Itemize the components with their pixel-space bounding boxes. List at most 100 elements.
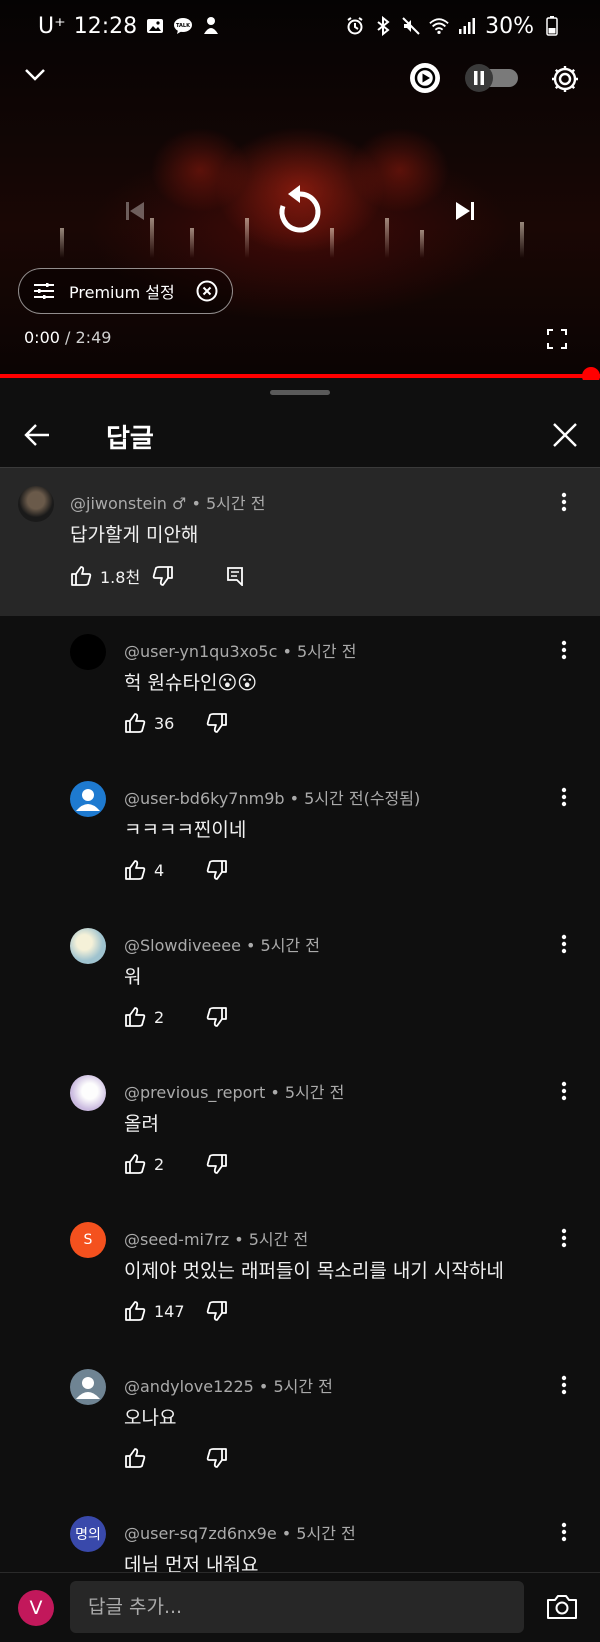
comment-author[interactable]: @andylove1225: [124, 1377, 254, 1396]
signal-icon: [457, 16, 477, 36]
comment-menu-button[interactable]: [552, 638, 576, 662]
battery-percent: 30%: [485, 13, 534, 39]
dislike-button[interactable]: [206, 712, 228, 734]
thumb-down-icon: [206, 1301, 227, 1321]
comment-author[interactable]: @user-yn1qu3xo5c: [124, 642, 277, 661]
dislike-button[interactable]: [206, 1153, 228, 1175]
comment-text: 이제야 멋있는 래퍼들이 목소리를 내기 시작하네: [124, 1260, 504, 1282]
like-button[interactable]: [124, 1153, 146, 1175]
comment-menu-button[interactable]: [552, 932, 576, 956]
skip-next-icon: [456, 202, 474, 220]
comment-author[interactable]: @previous_report: [124, 1083, 265, 1102]
comment-menu-button[interactable]: [552, 490, 576, 514]
comment-author[interactable]: @Slowdiveeee: [124, 936, 241, 955]
more-vert-icon: [561, 787, 567, 807]
pause-toggle-icon: [465, 64, 518, 92]
fullscreen-button[interactable]: [546, 328, 568, 350]
progress-bar[interactable]: [0, 374, 600, 378]
comment-actions: 1.8천: [70, 564, 244, 588]
dislike-button[interactable]: [206, 1006, 228, 1028]
thumb-down-icon: [206, 860, 227, 880]
comment-author[interactable]: @user-bd6ky7nm9b: [124, 789, 285, 808]
thumb-down-icon: [152, 566, 173, 586]
drag-handle[interactable]: [270, 390, 330, 395]
thumb-down-icon: [206, 713, 227, 733]
camera-icon: [547, 1595, 577, 1619]
like-count: 4: [154, 860, 165, 880]
comment-menu-button[interactable]: [552, 1079, 576, 1103]
avatar[interactable]: [70, 634, 106, 670]
avatar[interactable]: [70, 781, 106, 817]
premium-chip-close[interactable]: [196, 280, 218, 302]
dislike-button[interactable]: [152, 565, 174, 587]
like-button[interactable]: [124, 1006, 146, 1028]
comment-menu-button[interactable]: [552, 1373, 576, 1397]
reply-comment: @user-yn1qu3xo5c • 5시간 전 헉 원슈타인😮😮 36: [0, 616, 600, 763]
like-count: 2: [154, 1007, 165, 1027]
thumb-up-icon: [125, 860, 146, 880]
fullscreen-icon: [547, 329, 567, 349]
avatar[interactable]: 명의: [70, 1516, 106, 1552]
gallery-icon: [145, 16, 165, 36]
dislike-button[interactable]: [206, 1447, 228, 1469]
user-avatar[interactable]: V: [18, 1590, 54, 1626]
premium-settings-chip[interactable]: Premium 설정: [18, 268, 233, 314]
autoplay-button[interactable]: [409, 62, 441, 94]
more-vert-icon: [561, 934, 567, 954]
reply-button[interactable]: [226, 566, 244, 586]
next-button[interactable]: [448, 196, 482, 226]
notification-icon: [201, 16, 221, 36]
comment-meta: @seed-mi7rz • 5시간 전: [124, 1226, 308, 1250]
comment-time: • 5시간 전: [240, 936, 320, 955]
comment-time: • 5시간 전: [229, 1230, 309, 1249]
comment-author[interactable]: @user-sq7zd6nx9e: [124, 1524, 277, 1543]
thumb-up-icon: [125, 1301, 146, 1321]
avatar-letter: 명의: [75, 1527, 101, 1543]
comment-menu-button[interactable]: [552, 1226, 576, 1250]
comment-meta: @previous_report • 5시간 전: [124, 1079, 344, 1103]
close-button[interactable]: [548, 418, 582, 452]
avatar[interactable]: S: [70, 1222, 106, 1258]
avatar-letter: S: [83, 1232, 93, 1248]
comment-meta: @user-yn1qu3xo5c • 5시간 전: [124, 638, 356, 662]
comment-text: 헉 원슈타인😮😮: [124, 672, 258, 694]
dislike-button[interactable]: [206, 859, 228, 881]
skip-previous-icon: [126, 202, 144, 220]
like-button[interactable]: [124, 859, 146, 881]
reply-input[interactable]: [70, 1581, 524, 1633]
settings-button[interactable]: [548, 62, 582, 96]
avatar[interactable]: [18, 486, 54, 522]
thumb-down-icon: [206, 1448, 227, 1468]
comment-actions: 4: [124, 859, 228, 881]
like-button[interactable]: [70, 565, 92, 587]
like-button[interactable]: [124, 712, 146, 734]
previous-button[interactable]: [118, 196, 152, 226]
panel-header: 답글: [0, 402, 600, 466]
bluetooth-icon: [373, 16, 393, 36]
avatar[interactable]: [70, 1075, 106, 1111]
reply-composer: V: [0, 1572, 600, 1642]
camera-button[interactable]: [546, 1593, 578, 1625]
comment-meta: @user-sq7zd6nx9e • 5시간 전: [124, 1520, 356, 1544]
autoplay-toggle[interactable]: [464, 63, 520, 93]
replay-button[interactable]: [274, 182, 326, 238]
arrow-back-icon: [24, 424, 49, 446]
dislike-button[interactable]: [206, 1300, 228, 1322]
clock: 12:28: [73, 13, 138, 39]
comment-author[interactable]: @jiwonstein ♂: [70, 494, 186, 513]
comment-actions: 2: [124, 1006, 228, 1028]
like-button[interactable]: [124, 1300, 146, 1322]
replies-panel: 답글 @jiwonstein ♂ • 5시간 전 답가할게 미안해 1.8천 @…: [0, 380, 600, 1642]
comment-menu-button[interactable]: [552, 785, 576, 809]
avatar[interactable]: [70, 928, 106, 964]
like-button[interactable]: [124, 1447, 146, 1469]
more-vert-icon: [561, 1375, 567, 1395]
video-player[interactable]: U⁺ 12:28 TALK 30% Premium 설정 0:00 / 2:49: [0, 0, 600, 378]
comment-menu-button[interactable]: [552, 1520, 576, 1544]
comment-author[interactable]: @seed-mi7rz: [124, 1230, 229, 1249]
panel-title: 답글: [106, 424, 154, 454]
back-button[interactable]: [20, 418, 54, 452]
avatar[interactable]: [70, 1369, 106, 1405]
comment-time: • 5시간 전(수정됨): [284, 789, 421, 808]
collapse-button[interactable]: [20, 60, 50, 90]
